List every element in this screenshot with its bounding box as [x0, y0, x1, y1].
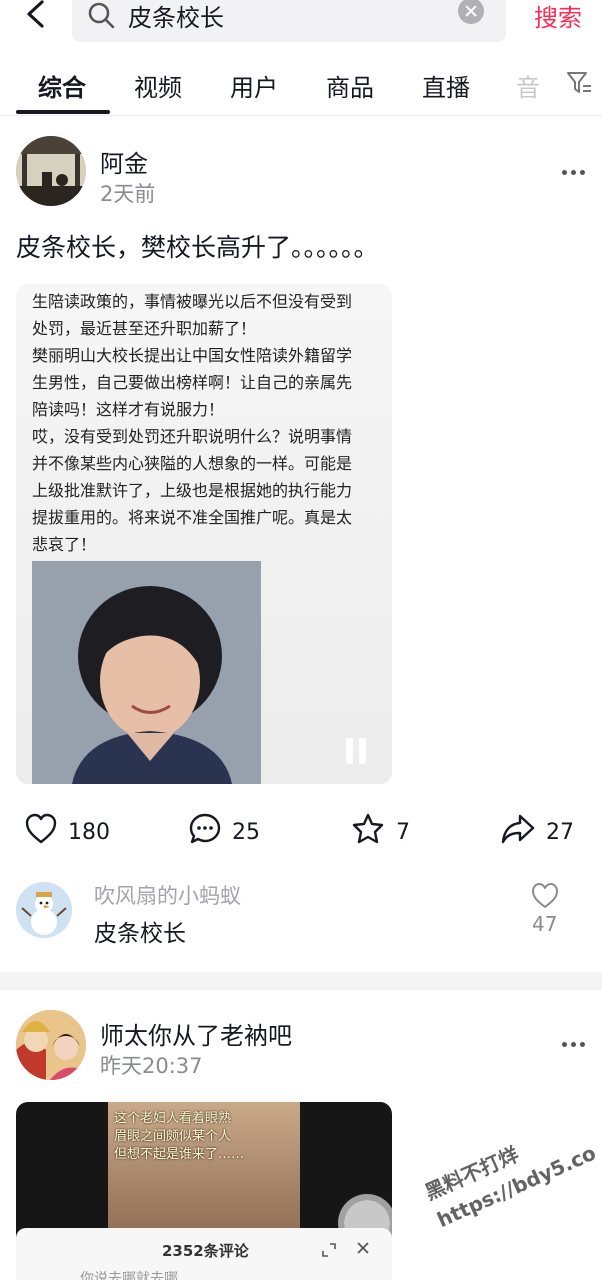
close-icon[interactable]	[356, 1240, 370, 1254]
share-count: 27	[546, 820, 574, 845]
search-header: 皮条校长 搜索	[0, 0, 602, 48]
avatar[interactable]	[16, 136, 86, 206]
author-name[interactable]: 阿金	[100, 144, 148, 179]
clear-icon[interactable]	[458, 0, 484, 24]
like-button[interactable]: 180	[24, 812, 124, 852]
tab-live[interactable]: 直播	[422, 68, 470, 103]
video-caption-line: 这个老妇人看着眼熟	[114, 1111, 232, 1126]
video-caption-line: 但想不起是谁来了……	[114, 1147, 245, 1162]
media-text-line: 并不像某些内心狭隘的人想象的一样。可能是	[32, 454, 353, 473]
more-icon[interactable]	[562, 168, 588, 176]
comment-preview: 你说去哪就去哪	[80, 1271, 178, 1280]
comment-text: 皮条校长	[94, 921, 186, 947]
post-action-bar: 180 25 7 27	[0, 808, 602, 854]
tab-video[interactable]: 视频	[134, 68, 182, 103]
post-time: 昨天20:37	[100, 1054, 203, 1078]
avatar[interactable]	[16, 882, 72, 938]
feed-divider	[0, 972, 602, 990]
avatar[interactable]	[16, 1010, 86, 1080]
media-text-line: 樊丽明山大校长提出让中国女性陪读外籍留学	[32, 346, 353, 365]
expand-icon[interactable]	[322, 1242, 336, 1257]
comment-like-count: 47	[532, 912, 558, 936]
tab-comprehensive[interactable]: 综合	[38, 68, 86, 103]
result-tabs: 综合 视频 用户 商品 直播 音	[0, 56, 602, 116]
search-button[interactable]: 搜索	[534, 0, 582, 33]
author-name[interactable]: 师太你从了老衲吧	[100, 1016, 292, 1051]
media-text-line: 上级批准默许了，上级也是根据她的执行能力	[32, 481, 353, 500]
filter-icon[interactable]	[566, 70, 592, 96]
media-text-line: 提拔重用的。将来说不准全国推广呢。真是太	[32, 508, 353, 527]
comment-button[interactable]: 25	[188, 812, 278, 852]
search-query-text[interactable]: 皮条校长	[128, 0, 224, 33]
favorite-button[interactable]: 7	[350, 812, 420, 852]
media-text-line: 生陪读政策的，事情被曝光以后不但没有受到	[32, 292, 353, 311]
comment-count: 25	[232, 820, 260, 845]
comment-panel: 2352条评论 你说去哪就去哪	[16, 1228, 392, 1280]
share-button[interactable]: 27	[500, 812, 590, 852]
media-text-line: 哎，没有受到处罚还升职说明什么？说明事情	[32, 427, 353, 446]
tab-users[interactable]: 用户	[230, 68, 278, 103]
post-text: 皮条校长，樊校长高升了。。。。。。	[16, 233, 379, 262]
heart-icon	[532, 883, 558, 908]
tab-music[interactable]: 音	[516, 68, 540, 103]
more-icon[interactable]	[562, 1040, 588, 1048]
share-icon	[501, 814, 535, 844]
comment-icon	[189, 813, 221, 844]
comment-panel-title: 2352条评论	[162, 1242, 249, 1260]
video-caption-line: 眉眼之间颇似某个人	[114, 1129, 232, 1144]
search-input[interactable]: 皮条校长	[72, 0, 506, 42]
watermark: 黑料不打烊 https://bdy5.co	[420, 1110, 601, 1234]
like-count: 180	[68, 820, 110, 845]
active-tab-indicator	[16, 110, 110, 114]
star-icon	[352, 813, 384, 844]
post-media[interactable]: 生陪读政策的，事情被曝光以后不但没有受到 处罚，最近甚至还升职加薪了！ 樊丽明山…	[16, 284, 392, 784]
portrait-photo	[32, 561, 261, 784]
media-text-line: 悲哀了！	[32, 535, 97, 554]
media-text-line: 陪读吗！这样才有说服力！	[32, 400, 225, 419]
media-text-line: 处罚，最近甚至还升职加薪了！	[32, 319, 257, 338]
comment-like-button[interactable]	[530, 882, 560, 910]
search-icon	[86, 0, 116, 30]
media-text-block: 生陪读政策的，事情被曝光以后不但没有受到 处罚，最近甚至还升职加薪了！ 樊丽明山…	[32, 288, 382, 558]
favorite-count: 7	[396, 820, 410, 845]
back-arrow-icon[interactable]	[20, 0, 50, 30]
tab-products[interactable]: 商品	[326, 68, 374, 103]
heart-icon	[25, 813, 57, 844]
post-time: 2天前	[100, 182, 156, 206]
media-text-line: 生男性，自己要做出榜样啊！让自己的亲属先	[32, 373, 353, 392]
comment-username[interactable]: 吹风扇的小蚂蚁	[94, 880, 241, 910]
pause-icon[interactable]	[346, 738, 368, 764]
